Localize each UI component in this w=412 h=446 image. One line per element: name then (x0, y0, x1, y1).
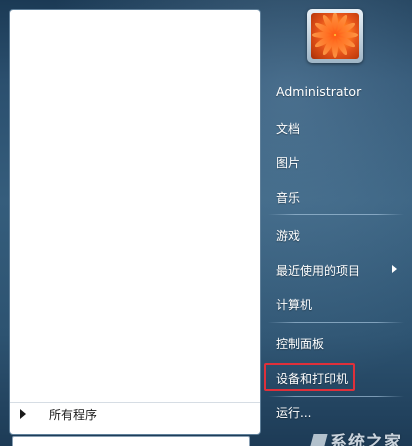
flower-picture (311, 13, 359, 59)
computer-item[interactable]: 计算机 (276, 296, 312, 313)
highlight-box (264, 363, 355, 391)
separator (268, 214, 404, 215)
separator (268, 322, 404, 323)
search-input[interactable] (12, 436, 250, 446)
pictures-item[interactable]: 图片 (276, 154, 300, 171)
documents-item[interactable]: 文档 (276, 120, 300, 137)
watermark-text: 系统之家 (330, 433, 402, 446)
control-panel-item[interactable]: 控制面板 (276, 335, 324, 352)
recent-items-item[interactable]: 最近使用的项目 (276, 262, 360, 279)
user-name-item[interactable]: Administrator (276, 84, 361, 99)
user-avatar[interactable] (307, 9, 363, 63)
programs-pane: 所有程序 (9, 9, 261, 435)
chevron-right-icon (392, 265, 397, 273)
all-programs-item[interactable]: 所有程序 (10, 402, 260, 425)
separator (268, 396, 404, 397)
all-programs-label: 所有程序 (49, 408, 98, 422)
start-menu: 所有程序 Administrator 文档 图片 音乐 游戏 最近使用的项目 计… (0, 0, 412, 446)
triangle-right-icon (20, 409, 26, 419)
music-item[interactable]: 音乐 (276, 189, 300, 206)
run-item[interactable]: 运行... (276, 404, 311, 421)
games-item[interactable]: 游戏 (276, 227, 300, 244)
